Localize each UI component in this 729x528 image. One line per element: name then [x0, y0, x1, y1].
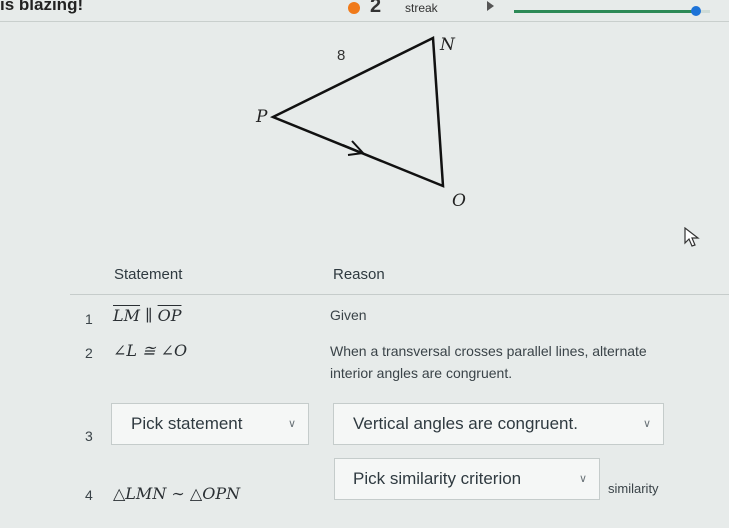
side-length-label: 8: [337, 47, 345, 64]
row-number: 2: [85, 345, 93, 361]
statement-dropdown[interactable]: Pick statement ∨: [111, 403, 309, 445]
similarity-suffix: similarity: [608, 481, 659, 496]
header-divider: [70, 294, 729, 295]
vertex-label-o: O: [452, 191, 466, 211]
reason-2-line2: interior angles are congruent.: [330, 365, 513, 381]
row-number: 4: [85, 487, 93, 503]
similarity-criterion-dropdown[interactable]: Pick similarity criterion ∨: [334, 458, 600, 500]
triangle-npo: [269, 36, 445, 188]
segment-lm: LM: [113, 306, 141, 325]
reason-1: Given: [330, 307, 367, 323]
dropdown-value: Pick statement: [131, 414, 243, 433]
triangle-diagram: N P O 8: [255, 35, 466, 211]
progress-fill: [514, 10, 697, 13]
mouse-pointer-icon: [684, 227, 700, 247]
parallel-symbol: ∥: [140, 306, 158, 325]
reason-2-line1: When a transversal crosses parallel line…: [330, 343, 647, 359]
streak-label: streak: [405, 1, 438, 15]
streak-message: is blazing!: [0, 0, 84, 14]
top-bar: is blazing! 2 streak: [0, 0, 729, 22]
statement-1: LM ∥ OP: [113, 306, 181, 326]
progress-bar: [514, 6, 710, 16]
dropdown-value: Pick similarity criterion: [353, 469, 522, 488]
reason-dropdown[interactable]: Vertical angles are congruent. ∨: [333, 403, 664, 445]
progress-knob: [691, 6, 702, 16]
streak-count: 2: [370, 0, 382, 17]
flame-icon: [348, 2, 360, 14]
vertex-label-n: N: [439, 35, 456, 55]
segment-op: OP: [157, 306, 182, 325]
play-icon[interactable]: [487, 1, 494, 11]
reason-header: Reason: [333, 266, 385, 283]
row-number: 1: [85, 311, 93, 327]
row-number: 3: [85, 428, 93, 444]
statement-header: Statement: [114, 266, 183, 283]
statement-2: ∠L ≅ ∠O: [113, 341, 188, 360]
dropdown-value: Vertical angles are congruent.: [353, 414, 578, 433]
statement-4: △LMN ∼ △OPN: [113, 484, 241, 503]
vertex-label-p: P: [255, 107, 268, 127]
chevron-down-icon: ∨: [642, 418, 651, 430]
chevron-down-icon: ∨: [287, 418, 296, 430]
chevron-down-icon: ∨: [578, 473, 587, 485]
